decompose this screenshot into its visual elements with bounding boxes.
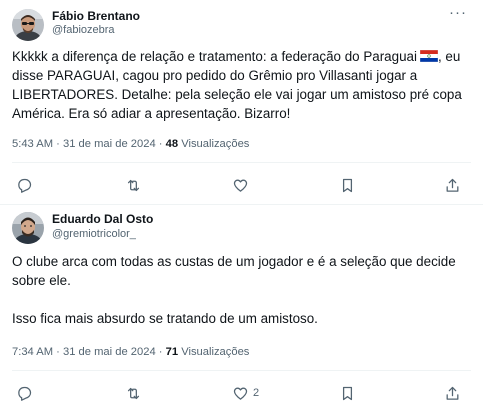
reply-button[interactable] — [16, 175, 33, 195]
views-label[interactable]: Visualizações — [181, 138, 249, 150]
tweet-text-part1: Kkkkk a diferença de relação e tratament… — [12, 49, 417, 64]
retweet-button[interactable] — [125, 175, 142, 195]
tweet-time[interactable]: 5:43 AM — [12, 138, 53, 150]
tweet-text: O clube arca com todas as custas de um j… — [12, 252, 472, 328]
retweet-button[interactable] — [125, 383, 142, 403]
tweet-2[interactable]: Eduardo Dal Osto @gremiotricolor_ O club… — [0, 205, 483, 411]
bookmark-icon — [342, 178, 353, 192]
avatar[interactable] — [12, 9, 44, 41]
tweet-meta: 7:34 AM · 31 de mai de 2024 · 71 Visuali… — [12, 346, 249, 358]
tweet-meta: 5:43 AM · 31 de mai de 2024 · 48 Visuali… — [12, 138, 249, 150]
like-icon — [233, 387, 248, 400]
views-label[interactable]: Visualizações — [181, 346, 249, 358]
meta-dot: · — [56, 138, 60, 150]
reply-icon — [18, 178, 32, 193]
like-button[interactable] — [232, 175, 249, 195]
meta-dot: · — [158, 346, 163, 358]
author-name[interactable]: Fábio Brentano — [52, 9, 140, 23]
author-name[interactable]: Eduardo Dal Osto — [52, 212, 153, 226]
action-bar: 2 — [12, 383, 471, 403]
reply-button[interactable] — [16, 383, 33, 403]
tweet-time[interactable]: 7:34 AM — [12, 346, 53, 358]
bookmark-icon — [342, 386, 353, 400]
action-bar — [12, 175, 471, 195]
like-count: 2 — [253, 387, 260, 399]
views-count[interactable]: 48 — [166, 138, 178, 150]
share-icon — [446, 178, 459, 192]
tweet-1[interactable]: Fábio Brentano @fabiozebra ··· Kkkkk a d… — [0, 0, 483, 205]
views-count[interactable]: 71 — [166, 346, 178, 358]
tweet-date[interactable]: 31 de mai de 2024 — [63, 346, 156, 358]
share-button[interactable] — [444, 175, 461, 195]
share-icon — [446, 386, 459, 400]
bookmark-button[interactable] — [339, 383, 356, 403]
tweet-text: Kkkkk a diferença de relação e tratament… — [12, 47, 472, 123]
like-button[interactable]: 2 — [232, 383, 259, 403]
paraguay-flag-icon — [419, 48, 439, 63]
tweet-paragraph-2: Isso fica mais absurdo se tratando de um… — [12, 311, 318, 326]
author-handle[interactable]: @fabiozebra — [52, 24, 115, 36]
meta-dot: · — [56, 346, 60, 358]
retweet-icon — [127, 179, 140, 191]
reply-icon — [18, 386, 32, 401]
author-handle[interactable]: @gremiotricolor_ — [52, 228, 136, 240]
tweet-date[interactable]: 31 de mai de 2024 — [63, 138, 156, 150]
like-icon — [233, 179, 248, 192]
bookmark-button[interactable] — [339, 175, 356, 195]
more-icon[interactable]: ··· — [449, 4, 467, 21]
divider — [12, 370, 471, 371]
meta-dot: · — [158, 138, 163, 150]
retweet-icon — [127, 387, 140, 399]
share-button[interactable] — [444, 383, 461, 403]
avatar[interactable] — [12, 212, 44, 244]
divider — [12, 162, 471, 163]
tweet-paragraph-1: O clube arca com todas as custas de um j… — [12, 254, 456, 288]
